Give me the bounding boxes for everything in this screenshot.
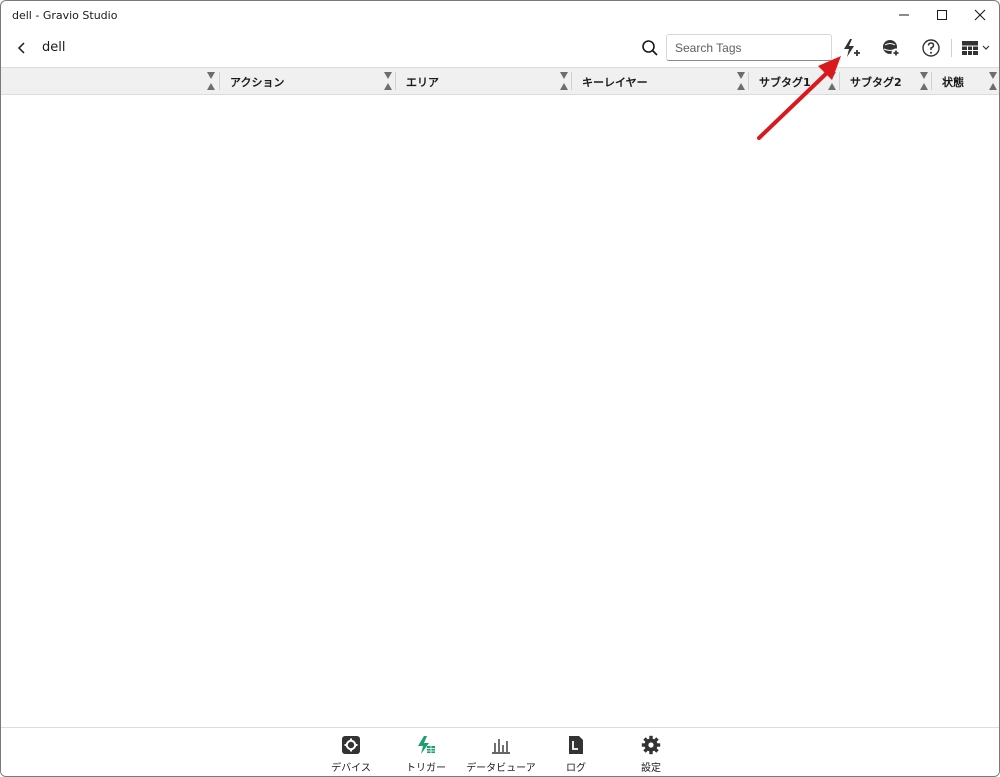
nav-item-settings[interactable]: 設定 [616,733,686,775]
search-input[interactable] [667,35,831,60]
app-header: dell [1,31,999,67]
sort-icon[interactable] [827,69,837,93]
minimize-icon [899,14,909,16]
column-header-status[interactable]: 状態 [932,68,999,94]
search-icon [642,40,658,56]
bottom-navigation: デバイス トリガー データビューア ログ 設定 [1,727,999,776]
bar-chart-icon [492,739,510,754]
sort-icon[interactable] [206,69,216,93]
minimize-button[interactable] [885,1,923,29]
app-window: dell - Gravio Studio dell Search Tags アク… [0,0,1000,777]
view-menu-button[interactable] [959,35,993,61]
bolt-plus-icon [844,39,860,57]
sort-icon[interactable] [736,69,746,93]
nav-item-data-viewer[interactable]: データビューア [466,733,536,775]
column-header-name[interactable] [1,68,219,94]
close-icon [974,9,986,21]
table-view-icon [962,41,990,55]
close-button[interactable] [961,1,999,29]
column-header-subtag1[interactable]: サブタグ1 [749,68,839,94]
search-button[interactable] [639,37,661,59]
column-header-area[interactable]: エリア [396,68,571,94]
toolbar-separator [951,39,952,57]
column-header-subtag2[interactable]: サブタグ2 [840,68,931,94]
globe-plus-icon [883,40,901,58]
title-bar: dell - Gravio Studio [1,1,999,31]
device-gear-icon [342,736,360,754]
window-title: dell - Gravio Studio [12,9,118,22]
page-title: dell [42,40,66,55]
log-document-icon [569,736,583,754]
sort-icon[interactable] [383,69,393,93]
nav-item-devices[interactable]: デバイス [316,733,386,775]
trigger-bolt-icon [418,736,435,754]
column-header-action[interactable]: アクション [220,68,395,94]
nav-item-log[interactable]: ログ [541,733,611,775]
help-button[interactable] [918,35,944,61]
sort-icon[interactable] [559,69,569,93]
trigger-table-body [1,95,999,727]
nav-item-trigger[interactable]: トリガー [391,733,461,775]
table-header: アクション エリア キーレイヤー サブタグ1 サブタグ2 状態 [1,67,999,95]
column-header-key-layer[interactable]: キーレイヤー [572,68,748,94]
maximize-icon [937,10,947,20]
add-trigger-button[interactable] [838,35,864,61]
sort-icon[interactable] [988,69,998,93]
settings-gear-icon [641,735,661,755]
search-field[interactable] [666,34,832,61]
sort-icon[interactable] [919,69,929,93]
maximize-button[interactable] [923,1,961,29]
back-button[interactable] [11,37,33,59]
add-schedule-button[interactable] [878,35,904,61]
help-icon [922,39,940,57]
chevron-left-icon [17,42,25,54]
